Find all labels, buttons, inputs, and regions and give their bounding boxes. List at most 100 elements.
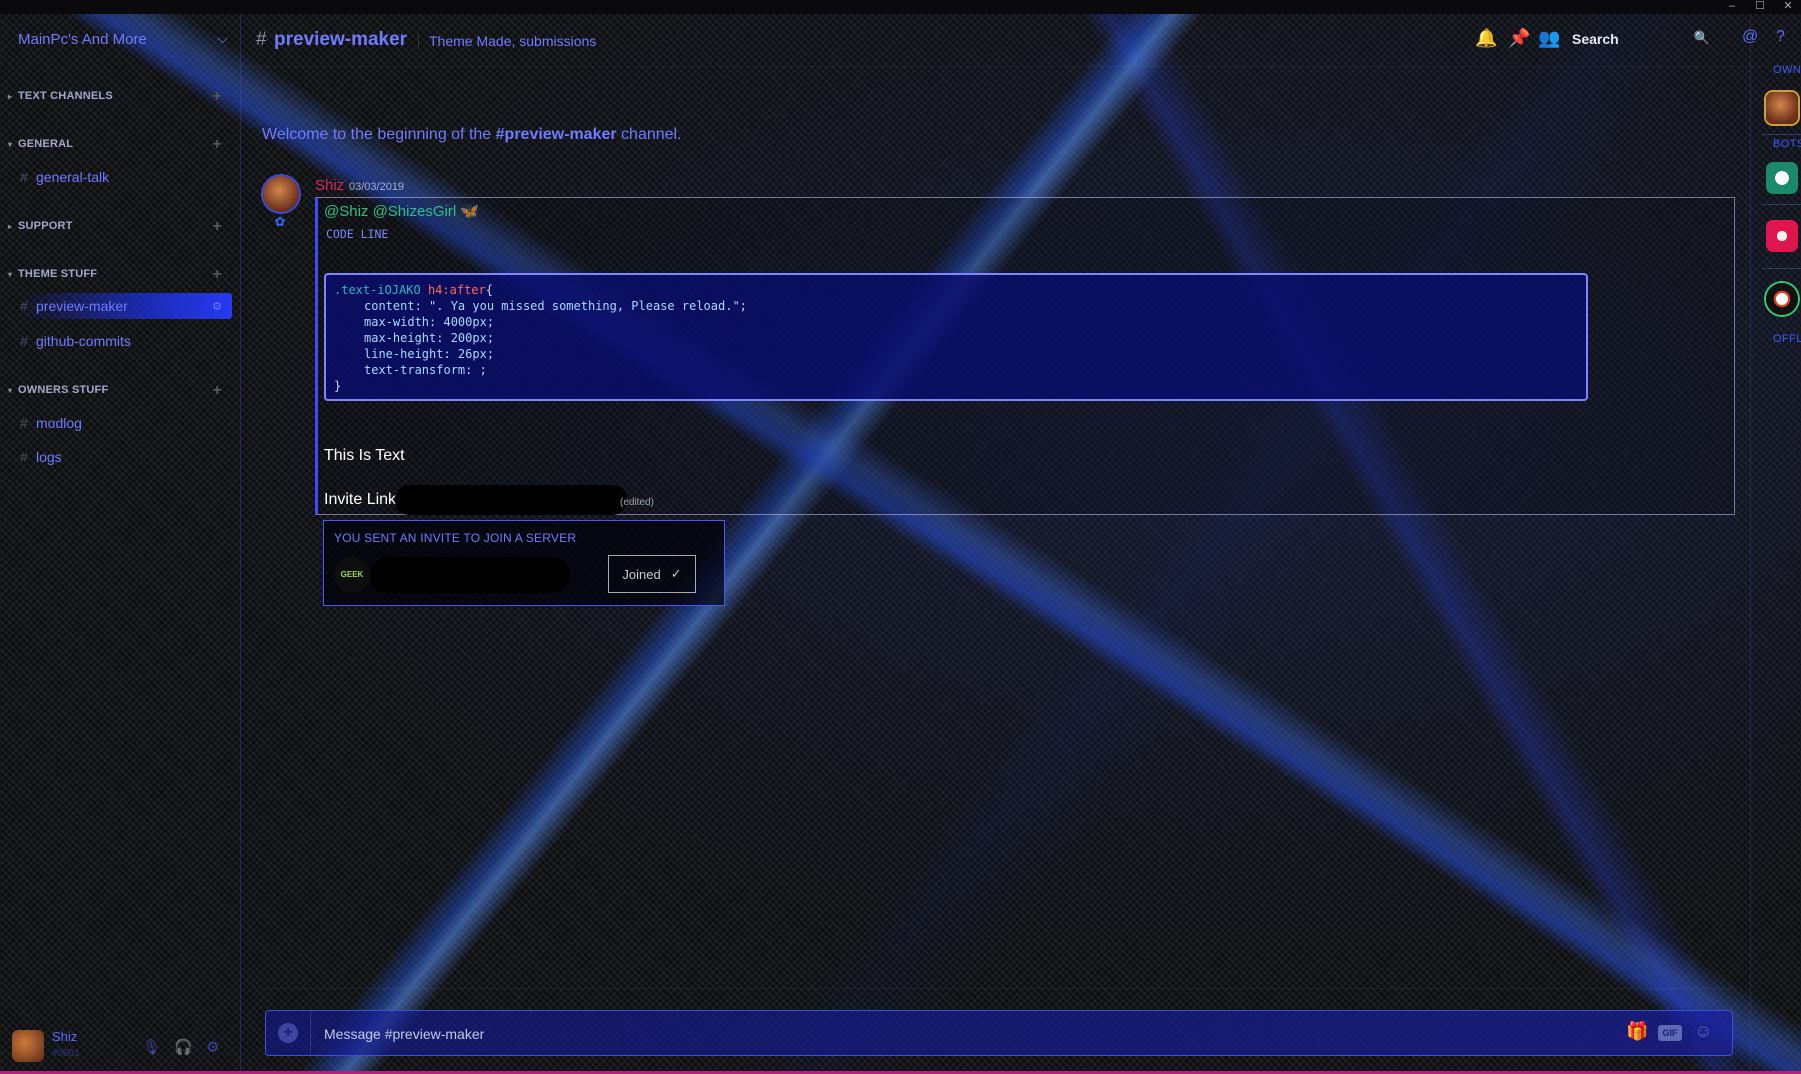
joined-label: Joined <box>622 566 661 582</box>
emoji-icon[interactable]: ☺ <box>1694 1021 1712 1042</box>
headphones-icon[interactable]: 🎧 <box>174 1038 193 1056</box>
add-channel-icon[interactable]: + <box>212 218 222 236</box>
bot-avatar[interactable] <box>1766 220 1798 252</box>
divider <box>1762 134 1801 135</box>
divider <box>264 988 1734 989</box>
caret-down-icon: ▾ <box>8 386 13 395</box>
code-selector: .text-iOJAKO <box>334 283 421 297</box>
search-box: 🔍 <box>1570 26 1710 52</box>
member-group-offline: OFFLINE <box>1773 333 1801 345</box>
add-channel-icon[interactable]: + <box>212 266 222 284</box>
inline-code: CODE LINE <box>326 227 389 241</box>
butterfly-icon: 🦋 <box>460 203 480 220</box>
channel-preview-maker[interactable]: # preview-maker ⚙ <box>20 293 232 319</box>
hash-icon: # <box>20 169 28 185</box>
caret-down-icon: ▾ <box>8 270 13 279</box>
server-name[interactable]: MainPc's And More <box>18 31 147 48</box>
message-input[interactable] <box>322 1022 1566 1046</box>
avatar[interactable] <box>263 176 299 212</box>
mute-mic-icon[interactable]: 🎙 <box>142 1038 161 1056</box>
maximize-icon[interactable]: ☐ <box>1749 0 1771 14</box>
welcome-prefix: Welcome to the beginning of the <box>262 126 496 143</box>
pin-icon[interactable]: 📌 <box>1508 28 1530 49</box>
code-line: content: ". Ya you missed something, Ple… <box>364 299 747 313</box>
category-text-channels[interactable]: ▸ TEXT CHANNELS + <box>8 88 230 108</box>
user-panel: Shiz #0001 🎙 🎧 ⚙ <box>0 1022 240 1074</box>
bot-avatar[interactable] <box>1766 283 1798 315</box>
members-icon[interactable]: 👥 <box>1538 28 1560 49</box>
hash-icon: # <box>20 333 28 349</box>
channel-settings-icon[interactable]: ⚙ <box>212 300 222 313</box>
channel-topic[interactable]: Theme Made, submissions <box>418 33 596 49</box>
hash-icon: # <box>256 29 267 50</box>
code-selector-line: .text-iOJAKO h4:after{ <box>334 282 1578 298</box>
message-text: This Is Text <box>324 447 405 464</box>
category-label: THEME STUFF <box>18 268 98 280</box>
add-channel-icon[interactable]: + <box>212 136 222 154</box>
caret-down-icon: ▾ <box>8 140 13 149</box>
divider <box>1762 204 1801 205</box>
invite-title: YOU SENT AN INVITE TO JOIN A SERVER <box>334 531 577 545</box>
chevron-down-icon[interactable]: ⌵ <box>217 30 228 47</box>
hash-icon: # <box>20 415 28 431</box>
category-support[interactable]: ▸ SUPPORT + <box>8 218 230 238</box>
hash-icon: # <box>20 298 28 314</box>
nitro-badge-icon: ✿ <box>274 214 286 229</box>
code-tag: h4 <box>427 283 443 297</box>
message-composer: + 🎁 GIF ☺ <box>265 1010 1733 1056</box>
channel-label: general-talk <box>36 169 110 185</box>
user-name: Shiz <box>52 1029 78 1044</box>
channel-general-talk[interactable]: # general-talk <box>20 164 232 190</box>
gif-button[interactable]: GIF <box>1658 1025 1682 1041</box>
member-group-bots: BOTS <box>1773 138 1801 150</box>
message-mentions[interactable]: @Shiz @ShizesGirl 🦋 <box>324 202 479 220</box>
channel-github-commits[interactable]: # github-commits <box>20 328 232 354</box>
channel-label: preview-maker <box>36 298 128 314</box>
category-theme-stuff[interactable]: ▾ THEME STUFF + <box>8 266 230 286</box>
welcome-channel[interactable]: #preview-maker <box>496 126 617 143</box>
checkmark-icon: ✓ <box>670 566 682 581</box>
code-open-brace: { <box>485 283 493 297</box>
search-input[interactable] <box>1570 26 1694 52</box>
mentions-text[interactable]: @Shiz @ShizesGirl <box>324 203 456 220</box>
edited-label: (edited) <box>620 497 654 508</box>
avatar[interactable] <box>12 1030 44 1062</box>
category-label: GENERAL <box>18 138 74 150</box>
code-block: .text-iOJAKO h4:after{ content: ". Ya yo… <box>324 273 1588 401</box>
server-header[interactable]: MainPc's And More ⌵ <box>0 14 240 64</box>
search-icon[interactable]: 🔍 <box>1694 30 1710 46</box>
channel-logs[interactable]: # logs <box>20 444 232 470</box>
code-line: max-width: 4000px; <box>364 315 495 329</box>
upload-plus-icon[interactable]: + <box>278 1023 298 1043</box>
category-general[interactable]: ▾ GENERAL + <box>8 136 230 156</box>
category-owners-stuff[interactable]: ▾ OWNERS STUFF + <box>8 382 230 402</box>
code-close-brace: } <box>334 379 342 393</box>
avatar[interactable] <box>1766 92 1798 124</box>
gear-icon[interactable]: ⚙ <box>206 1038 219 1056</box>
channel-label: github-commits <box>36 333 131 349</box>
channel-label: modlog <box>36 415 82 431</box>
server-icon[interactable]: GEEK <box>334 557 370 593</box>
code-line: text-transform: ; <box>364 363 487 377</box>
invite-link-label: Invite Link: <box>324 491 401 508</box>
close-icon[interactable]: ✕ <box>1777 0 1799 14</box>
add-channel-icon[interactable]: + <box>212 382 222 400</box>
member-group-owner: OWNER <box>1773 64 1801 76</box>
code-line: line-height: 26px; <box>364 347 495 361</box>
minimize-icon[interactable]: – <box>1721 0 1743 14</box>
gift-icon[interactable]: 🎁 <box>1626 1021 1648 1042</box>
add-channel-icon[interactable]: + <box>212 88 222 106</box>
redaction-mark <box>395 485 627 515</box>
bell-icon[interactable]: 🔔 <box>1475 28 1497 49</box>
code-line: max-height: 200px; <box>364 331 495 345</box>
github-bot-avatar[interactable] <box>1766 162 1798 194</box>
channel-label: logs <box>36 449 62 465</box>
category-label: SUPPORT <box>18 220 73 232</box>
divider <box>1762 268 1801 269</box>
channel-header: # preview-maker Theme Made, submissions … <box>240 14 1801 67</box>
redaction-mark <box>370 557 570 593</box>
message-author[interactable]: Shiz <box>315 177 344 194</box>
category-label: TEXT CHANNELS <box>18 90 113 102</box>
channel-modlog[interactable]: # modlog <box>20 410 232 436</box>
joined-button[interactable]: Joined ✓ <box>608 555 696 593</box>
